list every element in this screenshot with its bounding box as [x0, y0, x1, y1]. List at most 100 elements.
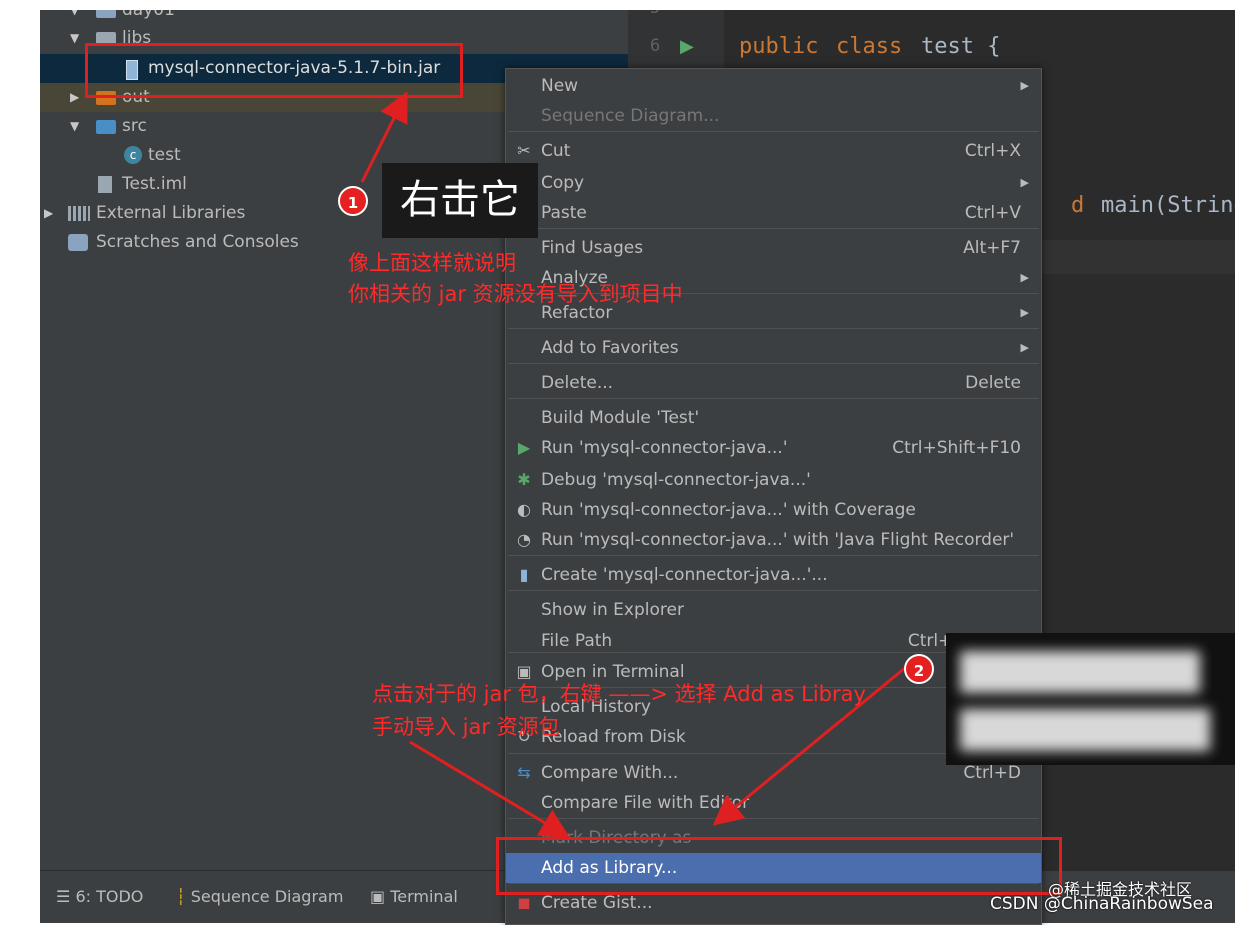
submenu-arrow-icon: ▶ — [1020, 271, 1029, 284]
menu-separator — [508, 398, 1039, 399]
menu-item-run-with-jfr[interactable]: ◔ Run 'mysql-connector-java...' with 'Jav… — [506, 525, 1041, 555]
menu-item-sequence-diagram[interactable]: Sequence Diagram... — [506, 101, 1041, 131]
note-1-line-1: 像上面这样就说明 — [348, 251, 516, 275]
menu-shortcut: Ctrl+V — [964, 203, 1021, 223]
run-gutter-icon[interactable]: ▶ — [680, 36, 694, 57]
todo-tab[interactable]: ☰ 6: TODO — [56, 887, 143, 906]
compare-with-icon: ⇆ — [517, 763, 531, 782]
menu-item-cut[interactable]: ✂ Cut Ctrl+X — [506, 136, 1041, 166]
list-icon: ☰ — [56, 887, 76, 906]
collapse-arrow-icon[interactable]: ▶ — [70, 83, 79, 112]
menu-item-paste[interactable]: Paste Ctrl+V — [506, 198, 1041, 228]
menu-item-create-config[interactable]: ▮ Create 'mysql-connector-java...'... — [506, 560, 1041, 590]
menu-separator — [508, 363, 1039, 364]
tree-row-day01[interactable]: ▼ day01 — [40, 10, 630, 25]
line-number: 5 — [650, 10, 660, 18]
menu-shortcut: Ctrl+Shift+F10 — [892, 438, 1021, 458]
sequence-diagram-tab[interactable]: ┆ Sequence Diagram — [176, 887, 343, 906]
menu-separator — [508, 131, 1039, 132]
callout-right-click: 右击它 — [382, 163, 538, 238]
tree-label: test — [148, 145, 181, 165]
csdn-watermark: CSDN @ChinaRainbowSea — [990, 894, 1214, 914]
blurred-text — [960, 651, 1200, 693]
menu-item-label: File Path — [541, 631, 613, 651]
run-with-jfr-icon: ◔ — [517, 530, 531, 549]
menu-item-label: Paste — [541, 203, 587, 223]
module-folder-icon — [96, 10, 116, 18]
submenu-arrow-icon: ▶ — [1020, 306, 1029, 319]
create-config-icon: ▮ — [519, 565, 529, 584]
tree-label: Scratches and Consoles — [96, 232, 299, 252]
line-number: 6 — [650, 36, 661, 56]
menu-item-label: Sequence Diagram... — [541, 106, 720, 126]
menu-item-label: New — [541, 76, 579, 96]
menu-separator — [508, 590, 1039, 591]
menu-shortcut: Ctrl+X — [964, 141, 1021, 161]
tree-label: External Libraries — [96, 203, 246, 223]
expand-arrow-icon[interactable]: ▼ — [70, 112, 79, 141]
class-icon: c — [124, 146, 142, 164]
terminal-tab[interactable]: ▣ Terminal — [370, 887, 458, 906]
submenu-arrow-icon: ▶ — [1020, 176, 1029, 189]
tree-label: src — [122, 116, 147, 136]
note-1-line-2: 你相关的 jar 资源没有导入到项目中 — [348, 282, 683, 306]
menu-item-run[interactable]: ▶ Run 'mysql-connector-java...' Ctrl+Shift… — [506, 433, 1041, 463]
menu-item-label: Find Usages — [541, 238, 644, 258]
menu-item-debug[interactable]: ✱ Debug 'mysql-connector-java...' — [506, 465, 1041, 495]
submenu-arrow-icon: ▶ — [1020, 79, 1029, 92]
debug-icon: ✱ — [517, 470, 531, 489]
menu-item-label: Delete... — [541, 373, 614, 393]
menu-item-new[interactable]: New ▶ — [506, 71, 1041, 101]
code-text: main(String[] — [1101, 193, 1235, 218]
collapse-arrow-icon[interactable]: ▶ — [44, 199, 53, 228]
menu-item-label: Show in Explorer — [541, 600, 684, 620]
expand-arrow-icon[interactable]: ▼ — [70, 10, 79, 25]
libraries-icon — [68, 206, 90, 221]
menu-item-build-module[interactable]: Build Module 'Test' — [506, 403, 1041, 433]
menu-shortcut: Alt+F7 — [963, 238, 1021, 258]
sequence-diagram-icon: ┆ — [176, 887, 191, 906]
cut-icon: ✂ — [517, 141, 531, 160]
menu-item-label: Copy — [541, 173, 585, 193]
menu-shortcut: Delete — [965, 373, 1021, 393]
menu-item-label: Run 'mysql-connector-java...' with Cover… — [541, 500, 916, 520]
add-library-highlight-box — [496, 837, 1062, 895]
jar-highlight-box — [85, 43, 463, 98]
menu-item-find-usages[interactable]: Find Usages Alt+F7 — [506, 233, 1041, 263]
tree-label: Test.iml — [122, 174, 187, 194]
note-2-line-1: 点击对于的 jar 包，右键 ——> 选择 Add as Libray — [372, 682, 866, 706]
menu-item-label: Compare File with Editor — [541, 793, 750, 813]
code-keyword: class — [836, 34, 903, 59]
run-with-coverage-icon: ◐ — [517, 500, 531, 519]
step-badge-2: 2 — [904, 654, 934, 684]
menu-item-label: Create 'mysql-connector-java...'... — [541, 565, 828, 585]
menu-item-show-in-explorer[interactable]: Show in Explorer — [506, 595, 1041, 625]
expand-arrow-icon[interactable]: ▼ — [70, 24, 79, 53]
menu-separator — [508, 228, 1039, 229]
blurred-text — [960, 709, 1210, 751]
note-2-line-2: 手动导入 jar 资源包 — [372, 715, 560, 739]
source-folder-icon — [96, 120, 116, 134]
menu-item-copy[interactable]: Copy ▶ — [506, 168, 1041, 198]
menu-separator — [508, 555, 1039, 556]
menu-item-label: Compare With... — [541, 763, 679, 783]
menu-item-add-to-favorites[interactable]: Add to Favorites ▶ — [506, 333, 1041, 363]
menu-item-run-with-coverage[interactable]: ◐ Run 'mysql-connector-java...' with Cove… — [506, 495, 1041, 525]
menu-item-label: Debug 'mysql-connector-java...' — [541, 470, 811, 490]
menu-item-compare-file-with-editor[interactable]: Compare File with Editor — [506, 788, 1041, 818]
context-menu: New ▶ Sequence Diagram... ✂ Cut Ctrl+X Copy ▶ Pa… — [505, 68, 1042, 925]
step-badge-1: 1 — [338, 186, 368, 216]
menu-item-label: Run 'mysql-connector-java...' — [541, 438, 788, 458]
menu-separator — [508, 818, 1039, 819]
terminal-icon: ▣ — [370, 887, 391, 906]
module-file-icon — [98, 176, 112, 193]
menu-item-label: Build Module 'Test' — [541, 408, 700, 428]
tree-label: day01 — [122, 10, 175, 20]
menu-item-label: Run 'mysql-connector-java...' with 'Java… — [541, 530, 1015, 550]
menu-item-label: Add to Favorites — [541, 338, 679, 358]
code-keyword: d — [1071, 193, 1085, 218]
menu-item-label: Reload from Disk — [541, 727, 686, 747]
code-text: test { — [921, 34, 1001, 59]
menu-item-delete[interactable]: Delete... Delete — [506, 368, 1041, 398]
menu-separator — [508, 328, 1039, 329]
